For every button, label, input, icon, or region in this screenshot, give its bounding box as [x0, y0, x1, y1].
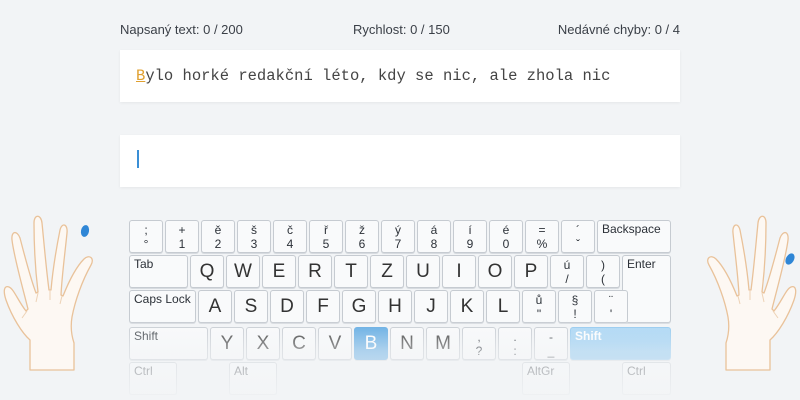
target-text: Bylo horké redakční léto, kdy se nic, al… [136, 67, 610, 85]
backspace-key[interactable]: Backspace [597, 220, 671, 253]
key-)[interactable]: )( [586, 255, 620, 288]
key-ˇ[interactable]: ´ ˇ [561, 220, 595, 253]
key-h[interactable]: H [378, 290, 412, 323]
key-n[interactable]: N [390, 327, 424, 360]
key-y[interactable]: Y [210, 327, 244, 360]
key-:[interactable]: .: [498, 327, 532, 360]
recent-errors-counter: Nedávné chyby: 0 / 4 [557, 22, 680, 37]
target-text-panel: Bylo horké redakční léto, kdy se nic, al… [120, 50, 680, 102]
key-3[interactable]: š3 [237, 220, 271, 253]
key-d[interactable]: D [270, 290, 304, 323]
remaining-text: ylo horké redakční léto, kdy se nic, ale… [145, 67, 611, 85]
key-altgr-2[interactable]: AltGr [522, 362, 570, 395]
key-k[interactable]: K [450, 290, 484, 323]
key-f[interactable]: F [306, 290, 340, 323]
left-shift-key[interactable]: Shift [129, 327, 208, 360]
key-9[interactable]: í9 [453, 220, 487, 253]
right-shift-key[interactable]: Shift [570, 327, 671, 360]
key-5[interactable]: ř5 [309, 220, 343, 253]
key-alt-1[interactable]: Alt [229, 362, 277, 395]
key-m[interactable]: M [426, 327, 460, 360]
tab-key[interactable]: Tab [129, 255, 188, 288]
key-j[interactable]: J [414, 290, 448, 323]
key-g[interactable]: G [342, 290, 376, 323]
key-r[interactable]: R [298, 255, 332, 288]
key-ů[interactable]: ů " [522, 290, 556, 323]
virtual-keyboard: ; ° +1 ě 2 š 3 č 4 ř 5 ž 6 ý 7 á 8 í 9 é 0 =% ´ ˇ Backspace Tab Q W… [129, 220, 671, 395]
key-%[interactable]: =% [525, 220, 559, 253]
current-char: B [136, 67, 146, 85]
left-hand-icon [3, 215, 93, 371]
key-?[interactable]: ,? [462, 327, 496, 360]
enter-key[interactable]: Enter [622, 255, 671, 323]
stats-bar: Napsaný text: 0 / 200 Rychlost: 0 / 150 … [120, 22, 680, 40]
key-0[interactable]: é0 [489, 220, 523, 253]
key-q[interactable]: Q [190, 255, 224, 288]
speed-counter: Rychlost: 0 / 150 [353, 22, 450, 37]
key-6[interactable]: ž6 [345, 220, 379, 253]
key-_[interactable]: - _ [534, 327, 568, 360]
key-8[interactable]: á8 [417, 220, 451, 253]
key-u[interactable]: U [406, 255, 440, 288]
right-hand-icon [707, 215, 797, 371]
key-7[interactable]: ý7 [381, 220, 415, 253]
key-4[interactable]: č4 [273, 220, 307, 253]
key-¨[interactable]: ¨ ' [594, 290, 628, 323]
key-§[interactable]: §! [558, 290, 592, 323]
key-ú[interactable]: ú / [550, 255, 584, 288]
text-caret [137, 150, 139, 168]
key-b[interactable]: B [354, 327, 388, 360]
key-x[interactable]: X [246, 327, 280, 360]
key-ctrl-0[interactable]: Ctrl [129, 362, 177, 395]
key-i[interactable]: I [442, 255, 476, 288]
key-e[interactable]: E [262, 255, 296, 288]
key-w[interactable]: W [226, 255, 260, 288]
key-p[interactable]: P [514, 255, 548, 288]
key-ctrl-3[interactable]: Ctrl [622, 362, 671, 395]
caps-lock-key[interactable]: Caps Lock [129, 290, 196, 323]
typing-input-panel[interactable] [120, 135, 680, 187]
key-t[interactable]: T [334, 255, 368, 288]
key-z[interactable]: Z [370, 255, 404, 288]
key-v[interactable]: V [318, 327, 352, 360]
key-s[interactable]: S [234, 290, 268, 323]
key-2[interactable]: ě2 [201, 220, 235, 253]
key-c[interactable]: C [282, 327, 316, 360]
key-o[interactable]: O [478, 255, 512, 288]
key-l[interactable]: L [486, 290, 520, 323]
key-a[interactable]: A [198, 290, 232, 323]
typed-text-counter: Napsaný text: 0 / 200 [120, 22, 243, 37]
key-°[interactable]: ; ° [129, 220, 163, 253]
key-1[interactable]: +1 [165, 220, 199, 253]
